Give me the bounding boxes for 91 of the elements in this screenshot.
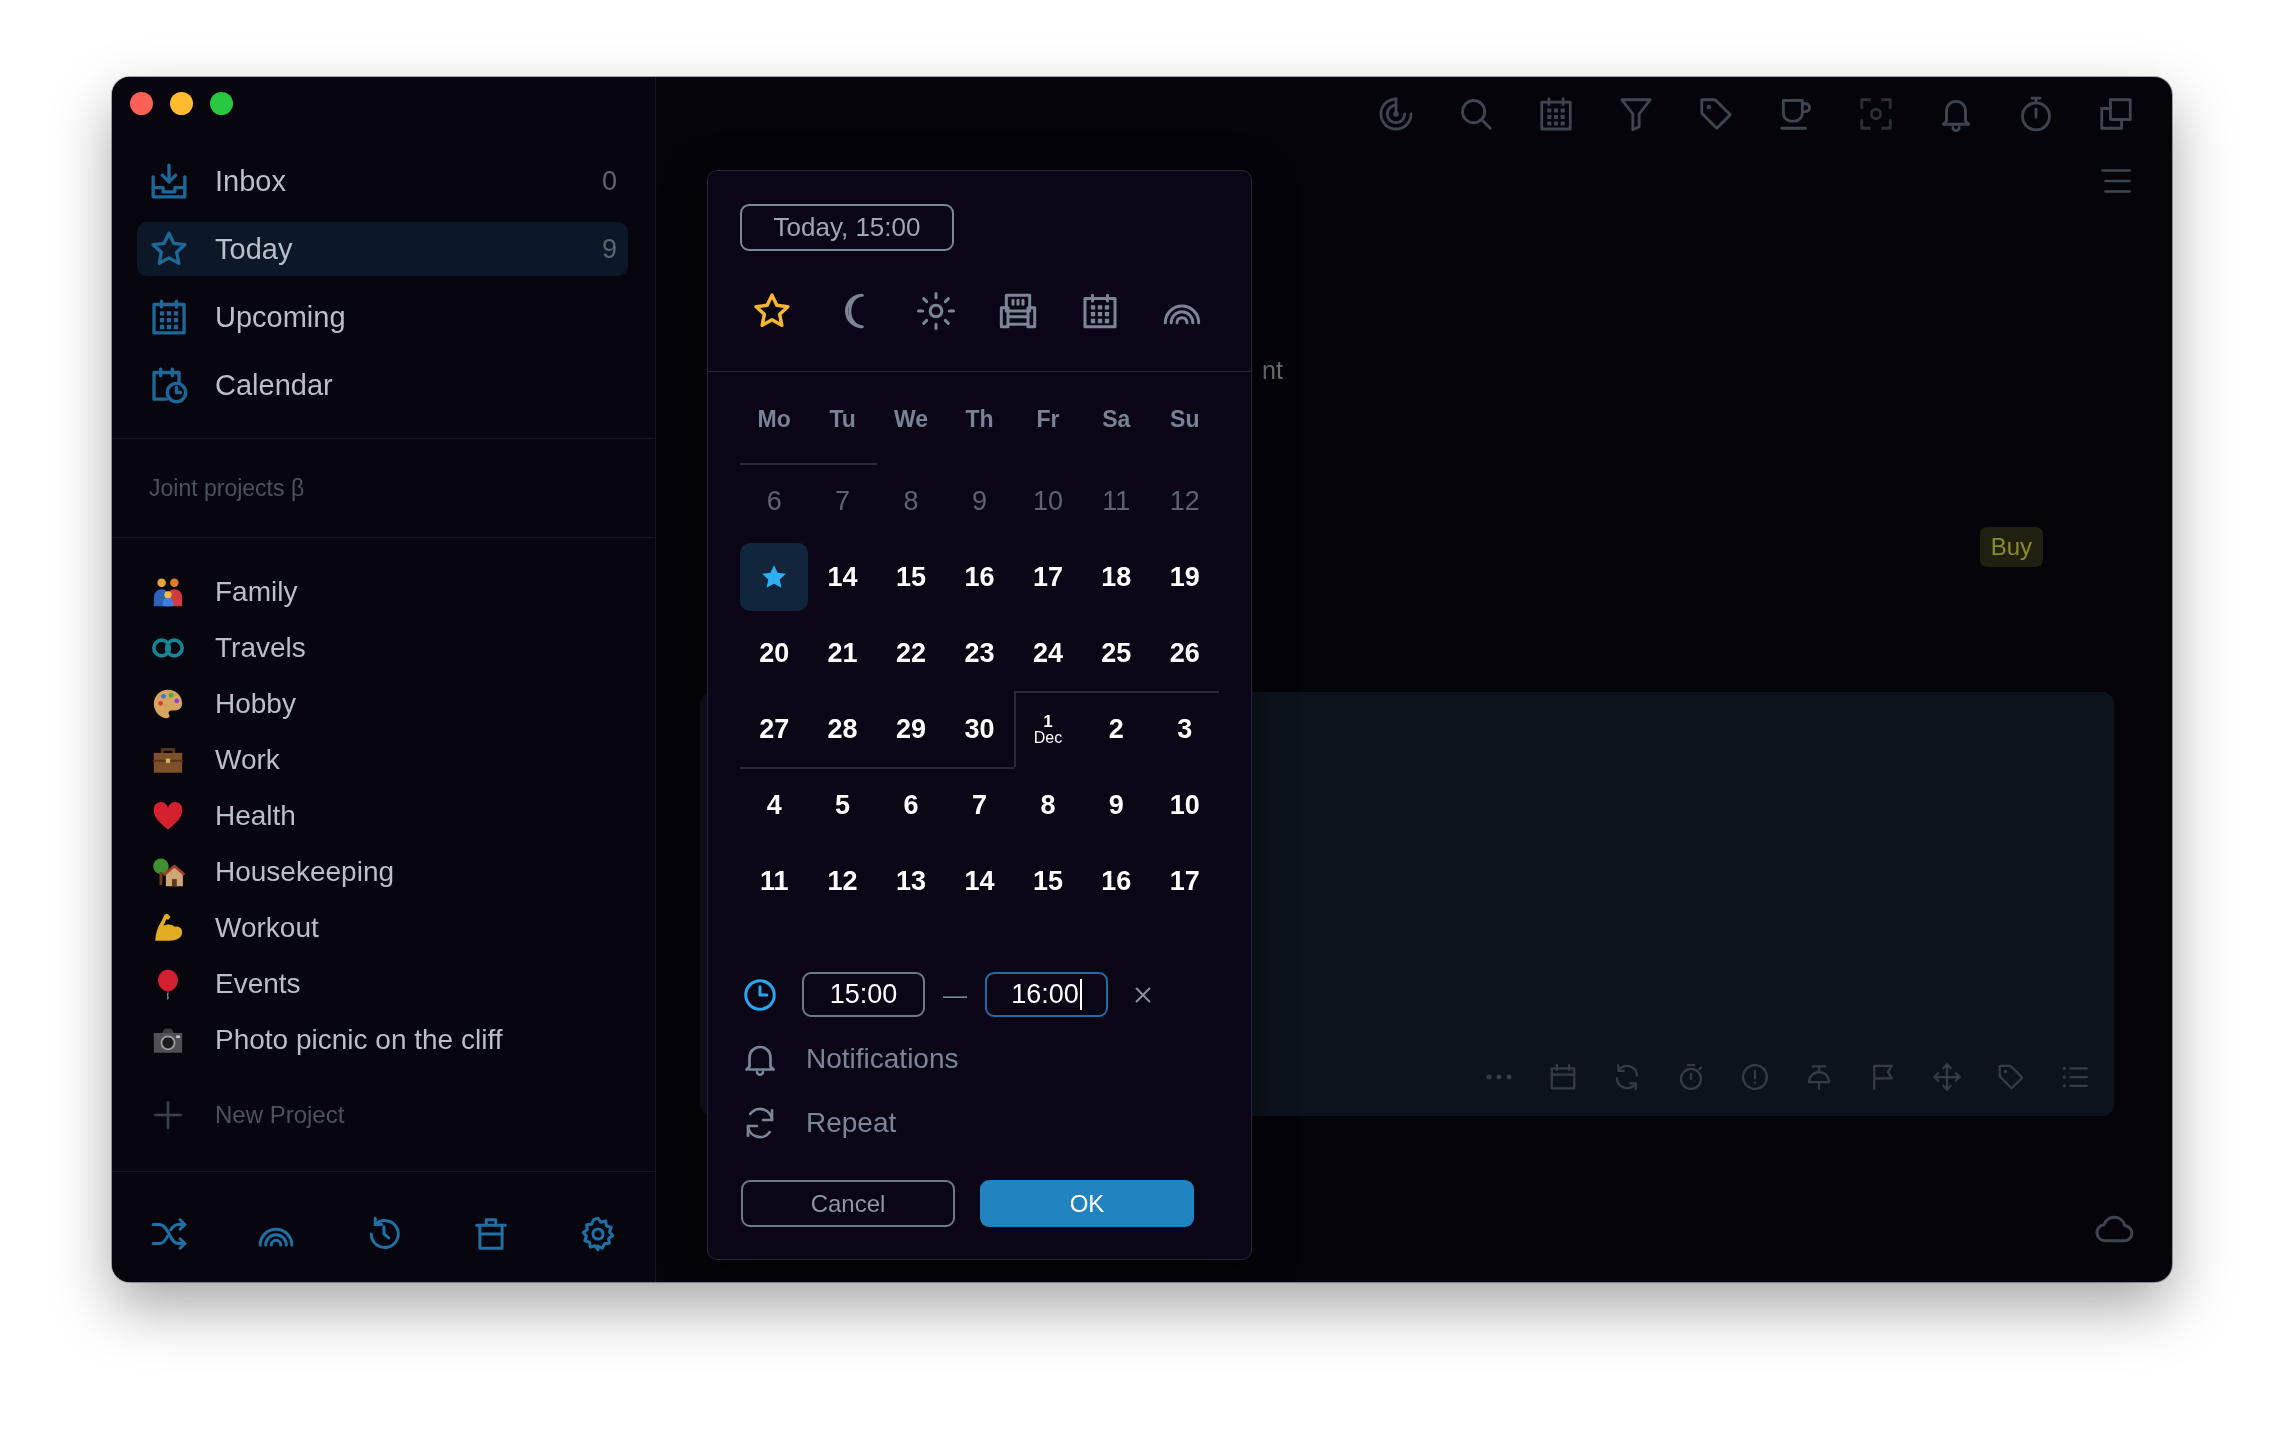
alert-icon[interactable] (1740, 1062, 1770, 1092)
day-cell[interactable]: 29 (877, 695, 946, 763)
day-cell[interactable]: 30 (945, 695, 1014, 763)
ok-button[interactable]: OK (980, 1180, 1194, 1227)
move-icon[interactable] (1932, 1062, 1962, 1092)
project-item[interactable]: Health (137, 788, 628, 844)
plus-icon (151, 1098, 185, 1132)
day-cell[interactable]: 7 (945, 771, 1014, 839)
filter-icon[interactable] (1617, 95, 1655, 133)
project-item[interactable]: Family (137, 564, 628, 620)
day-cell[interactable] (740, 543, 809, 611)
project-item[interactable]: Photo picnic on the cliff (137, 1012, 628, 1068)
day-cell[interactable]: 1 Dec (1013, 695, 1082, 763)
task-title: nt (1262, 355, 1283, 385)
day-cell[interactable]: 20 (740, 619, 809, 687)
day-cell[interactable]: 18 (1082, 543, 1151, 611)
tag-chip: Buy (1979, 527, 2043, 567)
weekday-label: Fr (1036, 405, 1060, 433)
sidebar-item[interactable]: Inbox 0 (137, 154, 628, 208)
item-count: 0 (601, 165, 617, 197)
day-cell[interactable]: 15 (877, 543, 946, 611)
sidebar-item[interactable]: Upcoming (137, 290, 628, 344)
day-cell[interactable]: 9 (1082, 771, 1151, 839)
time-input-field[interactable]: 16:00 (985, 972, 1108, 1017)
day-cell[interactable]: 21 (808, 619, 877, 687)
weekday-label: Sa (1102, 405, 1131, 433)
tag-icon[interactable] (1697, 95, 1735, 133)
project-item[interactable]: Events (137, 956, 628, 1012)
day-cell[interactable]: 16 (1082, 847, 1151, 915)
date-input-field[interactable]: Today, 15:00 (740, 204, 954, 251)
day-cell[interactable]: 3 (1150, 695, 1219, 763)
day-cell[interactable]: 16 (945, 543, 1014, 611)
palette-icon (151, 687, 185, 721)
day-cell[interactable]: 4 (740, 771, 809, 839)
day-cell[interactable]: 17 (1013, 543, 1082, 611)
calendar-clock-icon (149, 365, 189, 405)
close-button[interactable] (130, 92, 153, 115)
weekday-label: We (894, 405, 929, 433)
text-caret-icon (1079, 979, 1082, 1010)
calendar-icon[interactable] (1080, 291, 1120, 331)
sidebar-item[interactable]: Calendar (137, 358, 628, 412)
day-cell[interactable]: 14 (945, 847, 1014, 915)
day-cell[interactable]: 22 (877, 619, 946, 687)
sidebar-item[interactable]: Today 9 (137, 222, 628, 276)
project-item[interactable]: Housekeeping (137, 844, 628, 900)
minimize-button[interactable] (170, 92, 193, 115)
project-item[interactable]: Travels (137, 620, 628, 676)
time-separator: — (943, 980, 967, 1009)
day-cell[interactable]: 26 (1150, 619, 1219, 687)
day-cell[interactable]: 10 (1150, 771, 1219, 839)
weekday-label: Mo (757, 405, 791, 433)
settings-icon[interactable] (579, 1215, 617, 1253)
focus-frame-icon[interactable] (1857, 95, 1895, 133)
calendar-icon (149, 297, 189, 337)
day-cell[interactable]: 25 (1082, 619, 1151, 687)
day-cell[interactable]: 13 (877, 847, 946, 915)
day-cell[interactable]: 14 (808, 543, 877, 611)
day-cell[interactable]: 8 (1013, 771, 1082, 839)
day-cell[interactable]: 28 (808, 695, 877, 763)
project-item[interactable]: Workout (137, 900, 628, 956)
zoom-button[interactable] (210, 92, 233, 115)
shuffle-icon[interactable] (150, 1215, 188, 1253)
target-icon[interactable] (1377, 95, 1415, 133)
day-cell[interactable]: 17 (1150, 847, 1219, 915)
weekday-label: Su (1170, 405, 1200, 433)
section-heading: Joint projects β (149, 474, 305, 502)
day-cell[interactable]: 15 (1013, 847, 1082, 915)
day-cell[interactable]: 2 (1082, 695, 1151, 763)
day-cell[interactable]: 12 (808, 847, 877, 915)
clock-icon[interactable] (742, 976, 778, 1013)
copy-icon[interactable] (2097, 95, 2135, 133)
notifications-option[interactable]: Notifications (742, 1037, 969, 1081)
day-cell[interactable]: 27 (740, 695, 809, 763)
inbox-tray-icon (149, 161, 189, 201)
time-input-field[interactable]: 15:00 (802, 972, 925, 1017)
sun-icon[interactable] (916, 291, 956, 331)
armchair-icon[interactable] (998, 291, 1038, 331)
repeat-option[interactable]: Repeat (742, 1101, 907, 1145)
cancel-button[interactable]: Cancel (741, 1180, 955, 1227)
weekday-label: Tu (829, 405, 856, 433)
day-cell[interactable]: 24 (1013, 619, 1082, 687)
day-cell[interactable]: 19 (1150, 543, 1219, 611)
project-item[interactable]: Work (137, 732, 628, 788)
item-count: 9 (601, 233, 617, 265)
day-cell[interactable]: 6 (877, 771, 946, 839)
tag-icon[interactable] (1996, 1062, 2026, 1092)
day-cell[interactable]: 5 (808, 771, 877, 839)
weekday-label: Th (965, 405, 994, 433)
project-item[interactable]: Hobby (137, 676, 628, 732)
day-cell[interactable]: 11 (740, 847, 809, 915)
day-cell[interactable]: 23 (945, 619, 1014, 687)
